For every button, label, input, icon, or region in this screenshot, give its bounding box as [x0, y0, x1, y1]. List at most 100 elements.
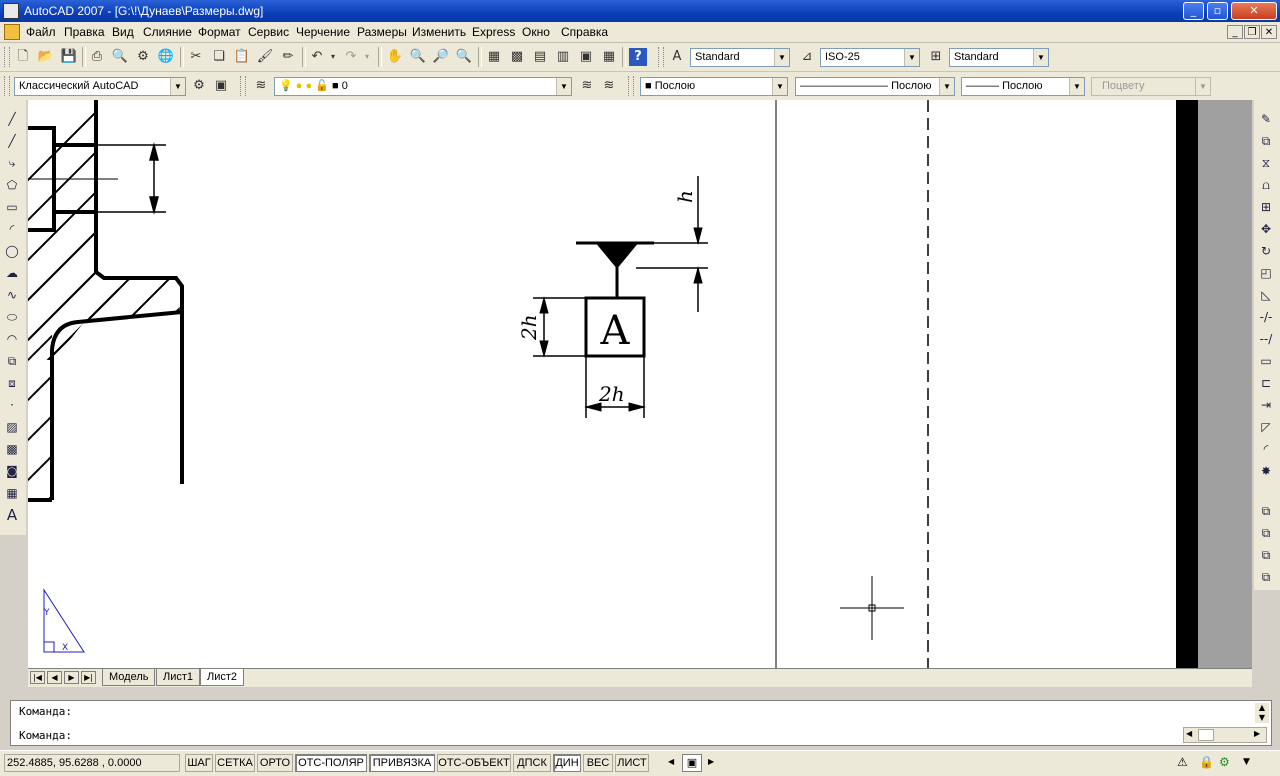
mdi-minimize-button[interactable]: _	[1227, 25, 1243, 39]
offset-icon[interactable]: ⩍	[1257, 176, 1275, 194]
line-icon[interactable]: ╱	[3, 110, 21, 128]
maximize-viewport-icon[interactable]: ▣	[682, 754, 702, 772]
status-menu-chevron-icon[interactable]: ▼	[1243, 757, 1250, 767]
menu-draw[interactable]: Черчение	[296, 25, 350, 39]
quickcalc-icon[interactable]: ▦	[600, 48, 618, 66]
scroll-thumb[interactable]	[1198, 729, 1214, 741]
erase-icon[interactable]: ✎	[1257, 110, 1275, 128]
menu-file[interactable]: Файл	[26, 25, 56, 39]
point-icon[interactable]: ·	[3, 396, 21, 414]
help-icon[interactable]: ?	[629, 48, 647, 66]
break-at-point-icon[interactable]: ▭	[1257, 352, 1275, 370]
close-button[interactable]: ✕	[1231, 2, 1277, 20]
table-style-icon[interactable]: ⊞	[927, 48, 945, 66]
open-file-icon[interactable]: 📂	[37, 48, 55, 66]
workspace-save-icon[interactable]: ▣	[212, 77, 230, 95]
ellipse-icon[interactable]: ⬭	[3, 308, 21, 326]
command-prompt-line[interactable]: Команда:	[19, 729, 72, 742]
document-icon[interactable]	[4, 24, 20, 40]
markup-set-manager-icon[interactable]: ▣	[577, 48, 595, 66]
make-object-layer-current-icon[interactable]: ≋	[578, 77, 596, 95]
copy-icon[interactable]: ❏	[210, 48, 228, 66]
object-tracking-toggle[interactable]: ОТС-ОБЪЕКТ	[437, 754, 511, 772]
pan-realtime-icon[interactable]: ✋	[386, 48, 404, 66]
toolbar-grip[interactable]	[4, 47, 10, 67]
menu-express[interactable]: Express	[472, 25, 515, 39]
command-hscrollbar[interactable]: ◀ ▶	[1183, 727, 1267, 743]
polygon-icon[interactable]: ⬠	[3, 176, 21, 194]
scroll-left-icon[interactable]: ◀	[1186, 729, 1192, 738]
chamfer-icon[interactable]: ◸	[1257, 418, 1275, 436]
print-preview-icon[interactable]: 🔍	[111, 48, 129, 66]
bring-above-icon[interactable]: ⧉	[1257, 546, 1275, 564]
polyline-icon[interactable]: ⤷	[3, 154, 21, 172]
scroll-right-icon[interactable]: ▶	[1254, 729, 1260, 738]
rectangle-icon[interactable]: ▭	[3, 198, 21, 216]
mdi-restore-button[interactable]: ❐	[1244, 25, 1260, 39]
hatch-icon[interactable]: ▨	[3, 418, 21, 436]
multiline-text-icon[interactable]: A	[3, 506, 21, 524]
etransmit-icon[interactable]: 🌐	[157, 48, 175, 66]
status-scroll-right-icon[interactable]: ▶	[708, 757, 714, 766]
next-tab-button[interactable]: ▶	[64, 671, 79, 684]
tool-palettes-icon[interactable]: ▤	[531, 48, 549, 66]
tray-settings-icon[interactable]: ⚙	[1219, 755, 1230, 769]
break-icon[interactable]: ⊏	[1257, 374, 1275, 392]
drawing-canvas[interactable]: A h 2h 2h Y X	[28, 100, 1252, 668]
save-icon[interactable]: 💾	[60, 48, 78, 66]
comm-center-icon[interactable]: ⚠	[1177, 755, 1188, 769]
match-properties-icon[interactable]: 🖌	[256, 48, 274, 66]
text-style-icon[interactable]: A	[668, 48, 686, 66]
last-tab-button[interactable]: ▶|	[81, 671, 96, 684]
ellipse-arc-icon[interactable]: ◠	[3, 330, 21, 348]
explode-icon[interactable]: ✸	[1257, 462, 1275, 480]
copy-object-icon[interactable]: ⧉	[1257, 132, 1275, 150]
tab-sheet1[interactable]: Лист1	[156, 669, 201, 686]
zoom-previous-icon[interactable]: 🔍	[455, 48, 473, 66]
gradient-icon[interactable]: ▩	[3, 440, 21, 458]
first-tab-button[interactable]: |◀	[30, 671, 45, 684]
table-style-select[interactable]: Standard ▼	[949, 48, 1049, 67]
rotate-icon[interactable]: ↻	[1257, 242, 1275, 260]
revision-cloud-icon[interactable]: ☁	[3, 264, 21, 282]
minimize-button[interactable]: _	[1183, 2, 1204, 20]
scale-icon[interactable]: ◰	[1257, 264, 1275, 282]
zoom-realtime-icon[interactable]: 🔍	[409, 48, 427, 66]
toolbar-grip[interactable]	[658, 47, 664, 67]
maximize-button[interactable]: ▫	[1207, 2, 1228, 20]
menu-format[interactable]: Формат	[198, 25, 241, 39]
lineweight-toggle[interactable]: ВЕС	[583, 754, 613, 772]
menu-dimension[interactable]: Размеры	[357, 25, 407, 39]
region-icon[interactable]: ◙	[3, 462, 21, 480]
bring-to-front-icon[interactable]: ⧉	[1257, 502, 1275, 520]
redo-icon[interactable]: ↷	[342, 48, 360, 66]
sheet-set-manager-icon[interactable]: ▥	[554, 48, 572, 66]
dynamic-ucs-toggle[interactable]: ДПСК	[513, 754, 551, 772]
menu-modify[interactable]: Изменить	[412, 25, 466, 39]
undo-icon[interactable]: ↶	[308, 48, 326, 66]
table-icon[interactable]: ▦	[3, 484, 21, 502]
new-file-icon[interactable]: 🗋	[14, 48, 32, 66]
workspace-settings-icon[interactable]: ⚙	[190, 77, 208, 95]
prev-tab-button[interactable]: ◀	[47, 671, 62, 684]
dim-style-select[interactable]: ISO-25 ▼	[820, 48, 920, 67]
polar-tracking-toggle[interactable]: ОТС-ПОЛЯР	[295, 754, 367, 772]
arc-icon[interactable]: ◜	[3, 220, 21, 238]
toolbar-grip[interactable]	[628, 76, 634, 96]
layer-previous-icon[interactable]: ≋	[600, 77, 618, 95]
menu-help[interactable]: Справка	[561, 25, 608, 39]
spline-icon[interactable]: ∿	[3, 286, 21, 304]
array-icon[interactable]: ⊞	[1257, 198, 1275, 216]
paper-model-toggle[interactable]: ЛИСТ	[615, 754, 649, 772]
trim-icon[interactable]: -/-	[1257, 308, 1275, 326]
menu-merge[interactable]: Слияние	[143, 25, 192, 39]
toolbar-lock-icon[interactable]: 🔒	[1199, 755, 1214, 769]
snap-toggle[interactable]: ШАГ	[185, 754, 213, 772]
text-style-select[interactable]: Standard ▼	[690, 48, 790, 67]
dynamic-input-toggle[interactable]: ДИН	[553, 754, 581, 772]
undo-dropdown-icon[interactable]: ▾	[328, 48, 338, 66]
extend-icon[interactable]: --/	[1257, 330, 1275, 348]
menu-view[interactable]: Вид	[112, 25, 134, 39]
insert-block-icon[interactable]: ⧉	[3, 352, 21, 370]
layer-manager-icon[interactable]: ≋	[252, 77, 270, 95]
